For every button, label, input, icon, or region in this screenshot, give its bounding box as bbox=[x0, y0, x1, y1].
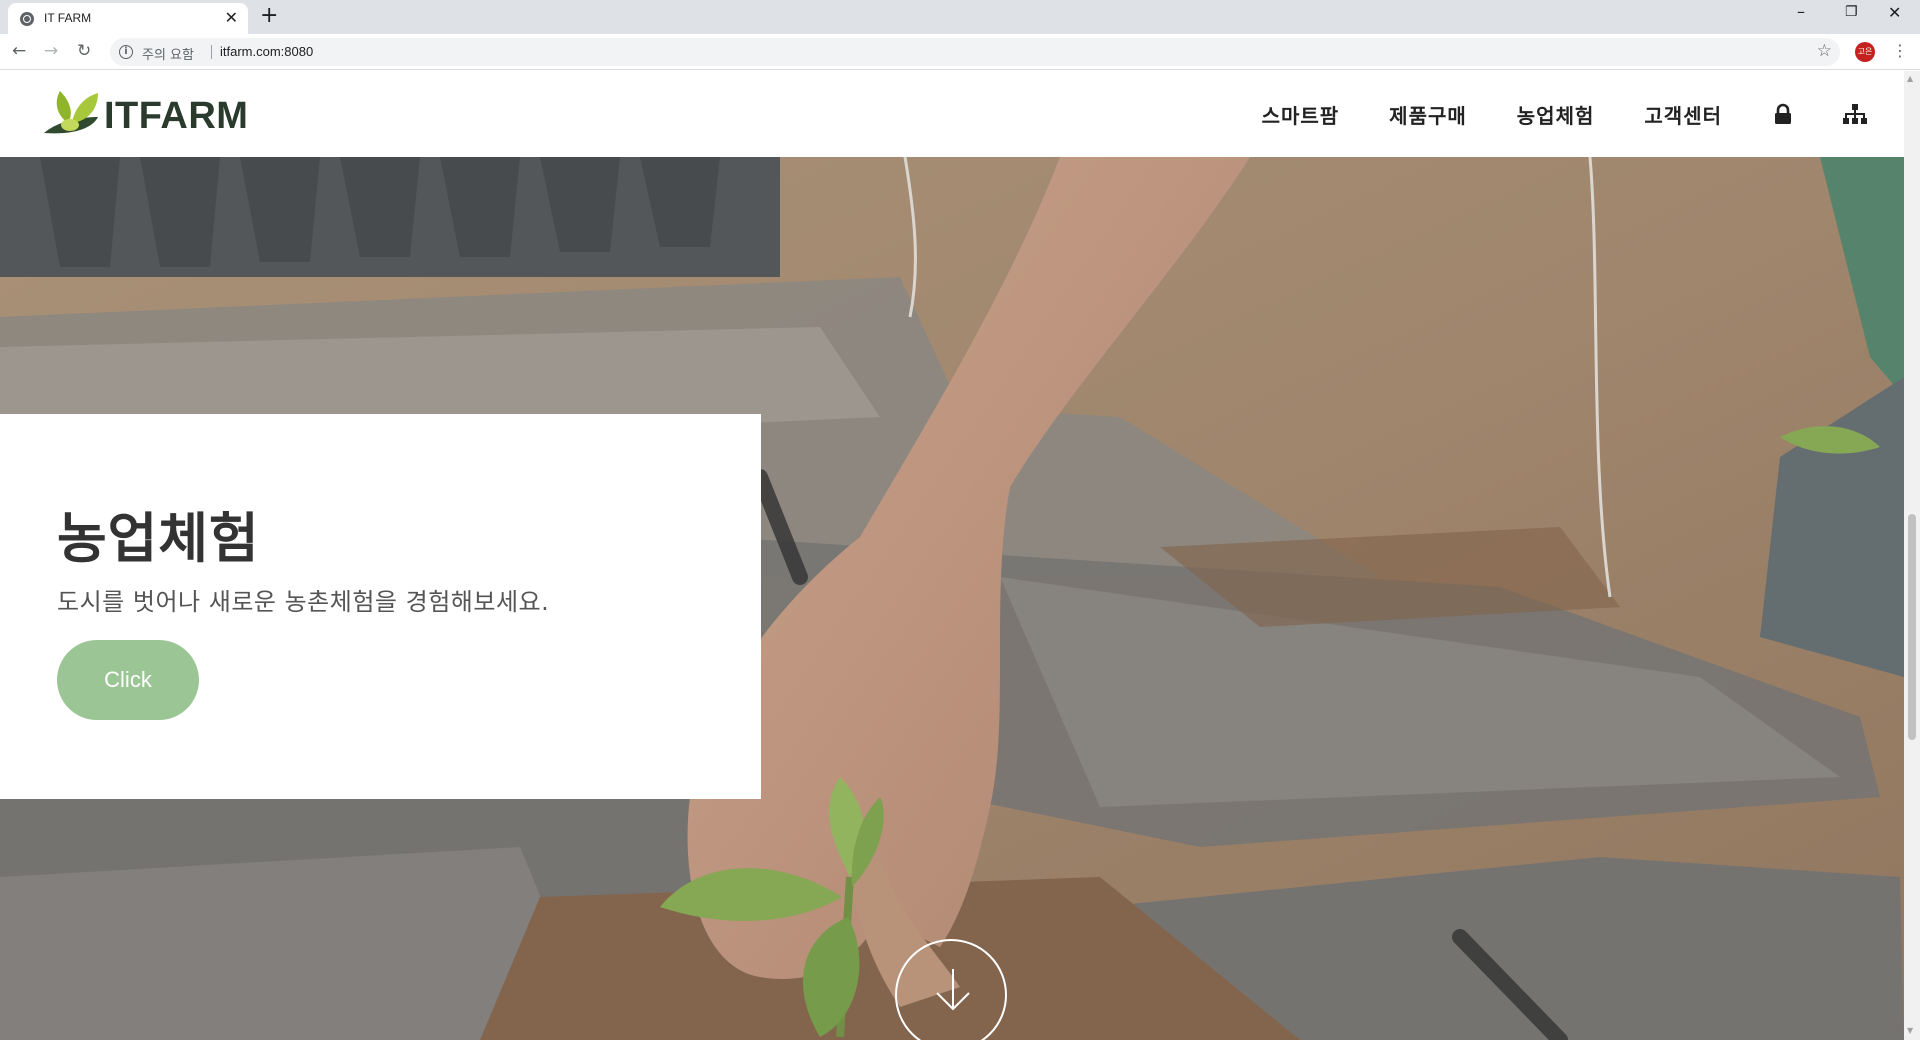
logo-text: ITFARM bbox=[104, 95, 249, 137]
more-menu-icon[interactable]: ⋮ bbox=[1892, 41, 1908, 60]
arrow-down-icon bbox=[936, 969, 970, 1011]
scroll-down-arrow-icon[interactable]: ▼ bbox=[1907, 1026, 1913, 1035]
window-close-button[interactable]: ✕ bbox=[1888, 3, 1901, 22]
address-separator bbox=[211, 45, 212, 59]
page-scrollbar[interactable]: ▲ ▼ bbox=[1904, 71, 1920, 1040]
scroll-down-button[interactable] bbox=[895, 939, 1007, 1040]
url-text[interactable]: itfarm.com:8080 bbox=[220, 44, 313, 59]
address-bar[interactable]: i 주의 요함 itfarm.com:8080 ☆ bbox=[110, 38, 1840, 66]
back-icon[interactable]: ← bbox=[12, 41, 26, 61]
globe-icon bbox=[20, 12, 34, 26]
logo-leaf-icon bbox=[44, 91, 98, 134]
hero-click-button[interactable]: Click bbox=[57, 640, 199, 720]
profile-avatar[interactable]: 고은 bbox=[1855, 42, 1875, 62]
site-logo[interactable]: ITFARM bbox=[42, 85, 262, 141]
window-restore-button[interactable]: ❐ bbox=[1845, 4, 1858, 20]
site-header: ITFARM 스마트팜 제품구매 농업체험 고객센터 bbox=[0, 71, 1904, 157]
nav-item-products[interactable]: 제품구매 bbox=[1389, 100, 1467, 129]
forward-icon[interactable]: → bbox=[44, 41, 58, 61]
browser-tab[interactable]: IT FARM ✕ bbox=[8, 3, 248, 34]
bookmark-star-icon[interactable]: ☆ bbox=[1817, 41, 1832, 61]
browser-toolbar: ← → ↻ i 주의 요함 itfarm.com:8080 ☆ 고은 ⋮ bbox=[0, 34, 1920, 70]
main-nav: 스마트팜 제품구매 농업체험 고객센터 bbox=[1262, 71, 1904, 157]
security-label[interactable]: 주의 요함 bbox=[142, 44, 194, 63]
tab-close-icon[interactable]: ✕ bbox=[225, 9, 238, 27]
sitemap-icon[interactable] bbox=[1842, 103, 1868, 125]
page-viewport: ITFARM 스마트팜 제품구매 농업체험 고객센터 농업체험 도시를 벗어나 … bbox=[0, 71, 1904, 1040]
reload-icon[interactable]: ↻ bbox=[77, 41, 91, 61]
hero-section: 농업체험 도시를 벗어나 새로운 농촌체험을 경험해보세요. Click bbox=[0, 157, 1904, 1040]
tab-title: IT FARM bbox=[44, 11, 92, 25]
window-minimize-button[interactable]: – bbox=[1797, 2, 1805, 21]
scroll-up-icon[interactable]: ▲ bbox=[1907, 74, 1913, 83]
nav-item-support[interactable]: 고객센터 bbox=[1644, 100, 1722, 129]
hero-title: 농업체험 bbox=[57, 507, 260, 570]
browser-tabbar: IT FARM ✕ + – ❐ ✕ bbox=[0, 0, 1920, 34]
new-tab-button[interactable]: + bbox=[260, 4, 278, 28]
hero-subtitle: 도시를 벗어나 새로운 농촌체험을 경험해보세요. bbox=[57, 588, 550, 616]
hero-card: 농업체험 도시를 벗어나 새로운 농촌체험을 경험해보세요. Click bbox=[0, 414, 761, 799]
nav-item-smartfarm[interactable]: 스마트팜 bbox=[1262, 100, 1340, 129]
scroll-thumb[interactable] bbox=[1908, 514, 1916, 740]
nav-item-experience[interactable]: 농업체험 bbox=[1517, 100, 1595, 129]
lock-icon[interactable] bbox=[1772, 103, 1794, 125]
info-icon[interactable]: i bbox=[119, 45, 133, 59]
